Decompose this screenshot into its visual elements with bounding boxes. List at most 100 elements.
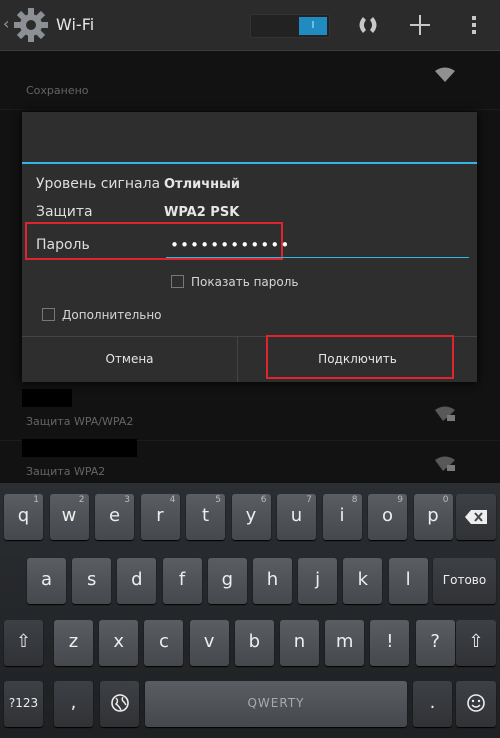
- key-label: c: [158, 631, 169, 652]
- security-label: Защита: [36, 204, 93, 220]
- key-label: !: [386, 631, 394, 652]
- key-h[interactable]: h: [253, 558, 292, 604]
- key-j[interactable]: j: [298, 558, 338, 604]
- key-label: q: [17, 505, 30, 526]
- key-l[interactable]: l: [388, 558, 428, 604]
- key-label: z: [68, 631, 79, 652]
- page-title: Wi-Fi: [56, 15, 95, 34]
- symbols-key[interactable]: ?123: [4, 681, 43, 727]
- key-label: o: [381, 505, 393, 526]
- key-label: ?: [430, 631, 440, 652]
- key-m[interactable]: m: [325, 620, 365, 666]
- key-s[interactable]: s: [72, 558, 112, 604]
- key-label: u: [290, 505, 303, 526]
- key-t[interactable]: t5: [186, 494, 225, 540]
- globe-icon: [110, 694, 129, 712]
- key-a[interactable]: a: [27, 558, 66, 604]
- toggle-knob: I: [299, 17, 327, 35]
- signal-label: Уровень сигнала: [36, 176, 161, 192]
- key-label: w: [61, 505, 77, 526]
- key-hint: 3: [124, 495, 130, 505]
- key-c[interactable]: c: [144, 620, 184, 666]
- key-label: h: [266, 569, 279, 590]
- key-label: j: [315, 569, 321, 590]
- password-input[interactable]: [166, 233, 469, 258]
- key-label: d: [131, 569, 143, 590]
- password-label: Пароль: [36, 237, 90, 253]
- key-i[interactable]: i8: [322, 494, 362, 540]
- key-label: f: [178, 569, 186, 590]
- key-label: m: [335, 631, 354, 652]
- shift-key[interactable]: ⇧: [4, 620, 43, 666]
- smiley-icon: [467, 694, 485, 712]
- up-caret-icon[interactable]: ‹: [3, 14, 9, 33]
- key-b[interactable]: b: [234, 620, 274, 666]
- emoji-key[interactable]: [456, 681, 496, 727]
- wifi-connect-dialog: Уровень сигнала Отличный Защита WPA2 PSK…: [22, 112, 477, 382]
- period-label: .: [429, 692, 436, 713]
- key-hint: 7: [306, 495, 312, 505]
- key-u[interactable]: u7: [277, 494, 316, 540]
- key-hint: 5: [215, 495, 221, 505]
- key-label: l: [405, 569, 411, 590]
- key-exclamation[interactable]: !: [370, 620, 410, 666]
- wifi-toggle[interactable]: I: [250, 14, 330, 38]
- period-key[interactable]: .: [413, 681, 452, 727]
- key-hint: 6: [260, 495, 267, 505]
- dialog-title-area: [22, 112, 477, 164]
- soft-keyboard: q1w2e3r4t5y6u7i8o9p0 asdfghjkl z x c v b n m!?…: [0, 483, 500, 738]
- key-label: t: [201, 505, 210, 526]
- globe-key[interactable]: [100, 681, 139, 727]
- checkbox-icon: [42, 308, 55, 321]
- space-key[interactable]: QWERTY: [145, 681, 407, 727]
- shift-key-right[interactable]: ⇧: [456, 620, 496, 666]
- wps-icon[interactable]: [354, 11, 382, 39]
- key-hint: 1: [33, 495, 39, 505]
- overflow-menu-icon[interactable]: [460, 11, 488, 39]
- key-d[interactable]: d: [117, 558, 157, 604]
- gear-icon[interactable]: [12, 6, 50, 44]
- key-label: r: [156, 505, 164, 526]
- key-label: b: [248, 631, 261, 652]
- done-key[interactable]: Готово: [433, 558, 496, 604]
- key-p[interactable]: p0: [413, 494, 453, 540]
- add-network-icon[interactable]: [406, 11, 434, 39]
- key-label: i: [339, 505, 345, 526]
- backspace-key[interactable]: [456, 494, 496, 540]
- comma-label: ,: [70, 692, 77, 713]
- key-label: s: [86, 569, 97, 590]
- security-value: WPA2 PSK: [164, 205, 240, 220]
- key-hint: 9: [397, 495, 403, 505]
- key-y[interactable]: y6: [231, 494, 271, 540]
- key-hint: 4: [169, 495, 176, 505]
- show-password-checkbox[interactable]: Показать пароль: [171, 275, 298, 289]
- key-label: e: [108, 505, 121, 526]
- key-w[interactable]: w2: [49, 494, 89, 540]
- key-x[interactable]: x: [99, 620, 139, 666]
- key-label: n: [293, 631, 306, 652]
- show-password-label: Показать пароль: [191, 275, 299, 289]
- key-hint: 2: [78, 495, 85, 505]
- key-k[interactable]: k: [343, 558, 383, 604]
- key-r[interactable]: r4: [140, 494, 180, 540]
- key-f[interactable]: f: [162, 558, 202, 604]
- key-label: x: [113, 631, 125, 652]
- key-label: k: [357, 569, 369, 590]
- comma-key[interactable]: ,: [54, 681, 93, 727]
- key-q[interactable]: q1: [4, 494, 43, 540]
- key-label: p: [427, 505, 439, 526]
- cancel-button[interactable]: Отмена: [22, 337, 238, 382]
- advanced-label: Дополнительно: [62, 308, 162, 322]
- key-question[interactable]: ?: [415, 620, 455, 666]
- key-z[interactable]: z: [54, 620, 93, 666]
- key-o[interactable]: o9: [368, 494, 407, 540]
- key-g[interactable]: g: [207, 558, 247, 604]
- advanced-checkbox[interactable]: Дополнительно: [42, 308, 162, 322]
- key-label: y: [245, 505, 257, 526]
- backspace-icon: [465, 510, 487, 524]
- key-hint: 8: [351, 495, 358, 505]
- connect-highlight-box: [266, 335, 454, 379]
- key-v[interactable]: v: [189, 620, 229, 666]
- key-e[interactable]: e3: [95, 494, 134, 540]
- key-n[interactable]: n: [280, 620, 319, 666]
